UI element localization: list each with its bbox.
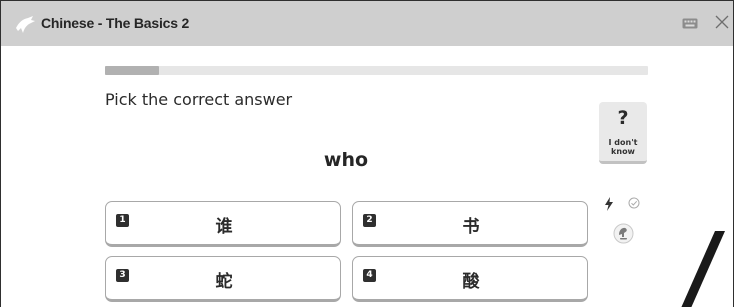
answer-option-1[interactable]: 1 谁 bbox=[105, 201, 341, 247]
option-number-badge: 1 bbox=[116, 214, 129, 227]
close-icon[interactable] bbox=[715, 15, 729, 29]
target-word: who bbox=[323, 149, 369, 171]
question-prompt: Pick the correct answer bbox=[105, 90, 293, 109]
answer-option-4[interactable]: 4 酸 bbox=[352, 256, 588, 302]
lesson-progress-bar bbox=[105, 66, 648, 75]
option-text: 酸 bbox=[462, 272, 480, 292]
window-title: Chinese - The Basics 2 bbox=[41, 15, 190, 31]
answer-option-2[interactable]: 2 书 bbox=[352, 201, 588, 247]
keyboard-icon[interactable] bbox=[682, 18, 698, 29]
checkmark-circle-icon[interactable] bbox=[628, 197, 640, 209]
option-text: 蛇 bbox=[215, 272, 233, 292]
option-number-badge: 3 bbox=[116, 269, 129, 282]
speaker-icon[interactable] bbox=[613, 223, 634, 244]
progress-fill bbox=[105, 66, 160, 75]
window-edge-decoration bbox=[681, 231, 725, 307]
dont-know-button[interactable]: ? I don't know bbox=[599, 102, 647, 164]
dragon-logo-icon bbox=[16, 16, 35, 33]
lightning-icon[interactable] bbox=[604, 197, 614, 211]
option-text: 书 bbox=[462, 217, 480, 237]
option-number-badge: 4 bbox=[363, 269, 376, 282]
dont-know-line-1: I don't bbox=[608, 138, 638, 147]
option-number-badge: 2 bbox=[363, 214, 376, 227]
app-window: Chinese - The Basics 2 Pick the correct … bbox=[0, 0, 734, 307]
title-bar: Chinese - The Basics 2 bbox=[1, 1, 733, 46]
option-text: 谁 bbox=[215, 217, 233, 237]
question-mark-icon: ? bbox=[617, 107, 629, 129]
answer-option-3[interactable]: 3 蛇 bbox=[105, 256, 341, 302]
dont-know-line-2: know bbox=[611, 147, 635, 156]
dont-know-label: I don't know bbox=[599, 138, 647, 156]
